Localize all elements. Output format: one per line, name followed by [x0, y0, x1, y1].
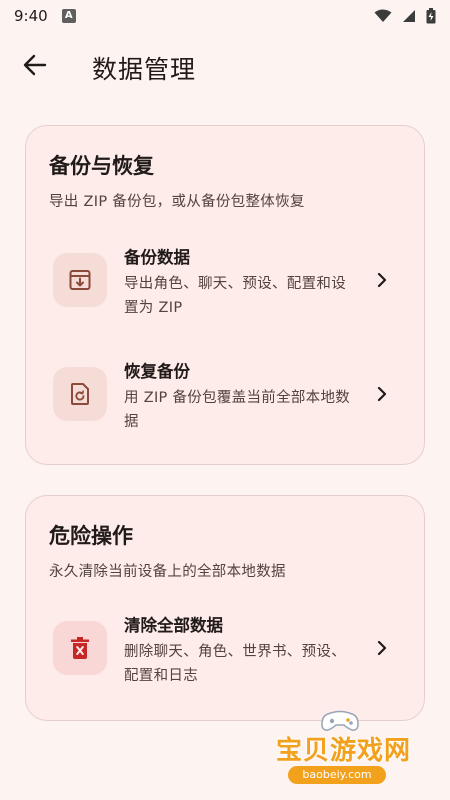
file-restore-icon — [53, 367, 107, 421]
status-icons — [374, 8, 436, 24]
watermark-logo: 宝贝游戏网 baobeiy.com — [268, 708, 428, 788]
item-description: 删除聊天、角色、世界书、预设、配置和日志 — [124, 644, 346, 684]
status-bar: 9:40 A — [0, 0, 450, 32]
watermark-text: 宝贝游戏网 — [276, 736, 412, 766]
card-title: 危险操作 — [49, 524, 133, 548]
item-description: 用 ZIP 备份包覆盖当前全部本地数据 — [124, 390, 351, 430]
item-description: 导出角色、聊天、预设、配置和设置为 ZIP — [124, 276, 346, 316]
item-title: 备份数据 — [124, 248, 190, 267]
page-title: 数据管理 — [92, 55, 197, 84]
backup-data-item[interactable]: 备份数据 导出角色、聊天、预设、配置和设置为 ZIP — [26, 238, 426, 322]
chevron-right-icon — [374, 638, 390, 658]
chevron-right-icon — [374, 270, 390, 290]
item-title: 恢复备份 — [124, 362, 190, 381]
card-subtitle: 导出 ZIP 备份包，或从备份包整体恢复 — [49, 194, 305, 210]
restore-backup-item[interactable]: 恢复备份 用 ZIP 备份包覆盖当前全部本地数据 — [26, 352, 426, 436]
signal-icon — [403, 10, 415, 22]
danger-zone-card: 危险操作 永久清除当前设备上的全部本地数据 清除全部数据 删除聊天、角色、世界书… — [25, 495, 425, 721]
status-time: 9:40 — [14, 7, 48, 25]
wifi-icon — [374, 9, 392, 22]
clear-all-data-item[interactable]: 清除全部数据 删除聊天、角色、世界书、预设、配置和日志 — [26, 608, 426, 692]
delete-forever-icon — [53, 621, 107, 675]
card-title: 备份与恢复 — [49, 154, 154, 178]
back-button[interactable] — [18, 50, 52, 80]
backup-restore-card: 备份与恢复 导出 ZIP 备份包，或从备份包整体恢复 备份数据 导出角色、聊天、… — [25, 125, 425, 465]
app-bar: 数据管理 — [0, 40, 450, 90]
battery-icon — [426, 8, 436, 24]
card-subtitle: 永久清除当前设备上的全部本地数据 — [49, 564, 286, 580]
notification-icon: A — [61, 9, 76, 23]
arrow-left-icon — [23, 54, 47, 76]
chevron-right-icon — [374, 384, 390, 404]
watermark-url: baobeiy.com — [288, 766, 386, 784]
archive-download-icon — [53, 253, 107, 307]
item-title: 清除全部数据 — [124, 616, 223, 635]
